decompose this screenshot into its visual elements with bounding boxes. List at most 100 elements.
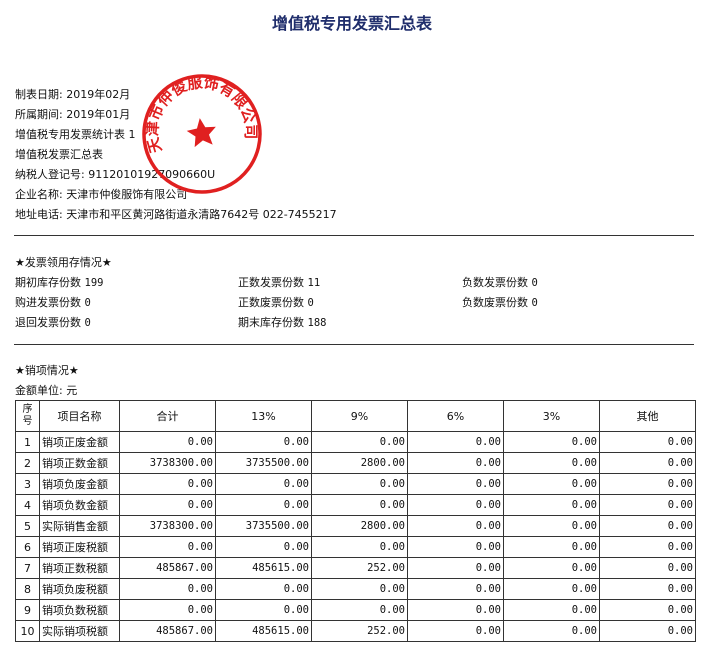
table-row: 3 销项负废金额 0.00 0.00 0.00 0.00 0.00 0.00: [15, 473, 696, 495]
table-row: 10 实际销项税额 485867.00 485615.00 252.00 0.00 0.00…: [15, 620, 696, 642]
row-item-name: 销项正数税额: [39, 557, 120, 579]
svg-text:天津市仲俊服饰有限公司: 天津市仲俊服饰有限公司: [140, 72, 262, 155]
row-amount-cell: 0.00: [599, 578, 696, 600]
row-amount-cell: 0.00: [215, 578, 312, 600]
row-amount-cell: 0.00: [215, 536, 312, 558]
summary-table-label: 增值税发票汇总表: [15, 148, 103, 161]
row-amount-cell: 0.00: [407, 431, 504, 453]
row-item-name: 实际销项税额: [39, 620, 120, 642]
row-amount-cell: 0.00: [215, 473, 312, 495]
row-amount-cell: 0.00: [407, 599, 504, 621]
amount-unit: 金额单位: 元: [15, 384, 78, 397]
row-amount-cell: 0.00: [503, 536, 600, 558]
row-amount-cell: 0.00: [503, 431, 600, 453]
make-date: 制表日期: 2019年02月: [15, 88, 131, 101]
row-item-name: 销项正数金额: [39, 452, 120, 474]
row-index: 8: [15, 578, 40, 600]
col-header-index: 序号: [15, 400, 40, 432]
row-index: 1: [15, 431, 40, 453]
row-index: 4: [15, 494, 40, 516]
row-amount-cell: 485615.00: [215, 557, 312, 579]
row-amount-cell: 0.00: [599, 473, 696, 495]
row-amount-cell: 3735500.00: [215, 515, 312, 537]
stat-table-label: 增值税专用发票统计表 1: [15, 128, 136, 141]
row-amount-cell: 0.00: [503, 515, 600, 537]
row-item-name: 实际销售金额: [39, 515, 120, 537]
col-header-6pct: 6%: [407, 400, 504, 432]
row-amount-cell: 3738300.00: [119, 452, 216, 474]
row-amount-cell: 0.00: [407, 494, 504, 516]
page-title: 增值税专用发票汇总表: [271, 14, 432, 33]
row-index: 6: [15, 536, 40, 558]
row-amount-cell: 0.00: [407, 536, 504, 558]
company-seal-stamp: 天津市仲俊服饰有限公司: [140, 72, 262, 194]
row-amount-cell: 0.00: [599, 620, 696, 642]
stat-purchased-invoices: 购进发票份数 0: [15, 296, 91, 309]
table-row: 2 销项正数金额 3738300.00 3735500.00 2800.00 0.00 0.…: [15, 452, 696, 474]
row-amount-cell: 0.00: [311, 599, 408, 621]
row-amount-cell: 2800.00: [311, 515, 408, 537]
sales-summary-table: 序号 项目名称 合计 13% 9% 6% 3% 其他 1 销项正废金额 0.00 0.…: [15, 400, 696, 642]
row-amount-cell: 0.00: [599, 599, 696, 621]
row-amount-cell: 0.00: [407, 620, 504, 642]
row-amount-cell: 0.00: [215, 494, 312, 516]
col-header-total: 合计: [119, 400, 216, 432]
divider: [14, 235, 694, 236]
row-amount-cell: 3738300.00: [119, 515, 216, 537]
stat-positive-invoices: 正数发票份数 11: [238, 276, 321, 289]
row-amount-cell: 0.00: [407, 557, 504, 579]
row-amount-cell: 485867.00: [119, 557, 216, 579]
row-amount-cell: 252.00: [311, 557, 408, 579]
row-amount-cell: 0.00: [215, 431, 312, 453]
row-index: 3: [15, 473, 40, 495]
row-index: 2: [15, 452, 40, 474]
sales-section-heading: ★销项情况★: [15, 364, 79, 377]
row-amount-cell: 0.00: [311, 431, 408, 453]
row-amount-cell: 0.00: [503, 599, 600, 621]
stat-negative-invoices: 负数发票份数 0: [462, 276, 538, 289]
row-amount-cell: 0.00: [215, 599, 312, 621]
row-index: 5: [15, 515, 40, 537]
row-amount-cell: 2800.00: [311, 452, 408, 474]
row-amount-cell: 0.00: [119, 599, 216, 621]
row-amount-cell: 0.00: [599, 536, 696, 558]
row-amount-cell: 0.00: [503, 473, 600, 495]
row-amount-cell: 0.00: [407, 473, 504, 495]
row-amount-cell: 0.00: [311, 494, 408, 516]
col-header-13pct: 13%: [215, 400, 312, 432]
row-item-name: 销项正废金额: [39, 431, 120, 453]
table-header-row: 序号 项目名称 合计 13% 9% 6% 3% 其他: [15, 400, 696, 432]
row-amount-cell: 0.00: [503, 494, 600, 516]
row-amount-cell: 3735500.00: [215, 452, 312, 474]
table-row: 6 销项正废税额 0.00 0.00 0.00 0.00 0.00 0.00: [15, 536, 696, 558]
stat-closing-stock: 期末库存份数 188: [238, 316, 327, 329]
period: 所属期间: 2019年01月: [15, 108, 131, 121]
row-amount-cell: 0.00: [311, 578, 408, 600]
row-amount-cell: 0.00: [503, 620, 600, 642]
row-amount-cell: 485615.00: [215, 620, 312, 642]
row-amount-cell: 0.00: [311, 536, 408, 558]
row-index: 7: [15, 557, 40, 579]
address-phone: 地址电话: 天津市和平区黄河路街道永清路7642号 022-7455217: [15, 208, 337, 221]
row-amount-cell: 0.00: [311, 473, 408, 495]
table-row: 1 销项正废金额 0.00 0.00 0.00 0.00 0.00 0.00: [15, 431, 696, 453]
table-row: 4 销项负数金额 0.00 0.00 0.00 0.00 0.00 0.00: [15, 494, 696, 516]
row-amount-cell: 0.00: [503, 452, 600, 474]
row-item-name: 销项负废税额: [39, 578, 120, 600]
row-amount-cell: 0.00: [599, 515, 696, 537]
row-item-name: 销项负数金额: [39, 494, 120, 516]
row-amount-cell: 0.00: [599, 494, 696, 516]
row-amount-cell: 0.00: [599, 557, 696, 579]
stat-opening-stock: 期初库存份数 199: [15, 276, 104, 289]
divider: [14, 344, 694, 345]
row-amount-cell: 0.00: [119, 536, 216, 558]
table-row: 8 销项负废税额 0.00 0.00 0.00 0.00 0.00 0.00: [15, 578, 696, 600]
row-item-name: 销项负数税额: [39, 599, 120, 621]
col-header-9pct: 9%: [311, 400, 408, 432]
row-amount-cell: 0.00: [407, 515, 504, 537]
col-header-3pct: 3%: [503, 400, 600, 432]
row-amount-cell: 0.00: [599, 452, 696, 474]
row-amount-cell: 252.00: [311, 620, 408, 642]
table-row: 9 销项负数税额 0.00 0.00 0.00 0.00 0.00 0.00: [15, 599, 696, 621]
row-index: 10: [15, 620, 40, 642]
